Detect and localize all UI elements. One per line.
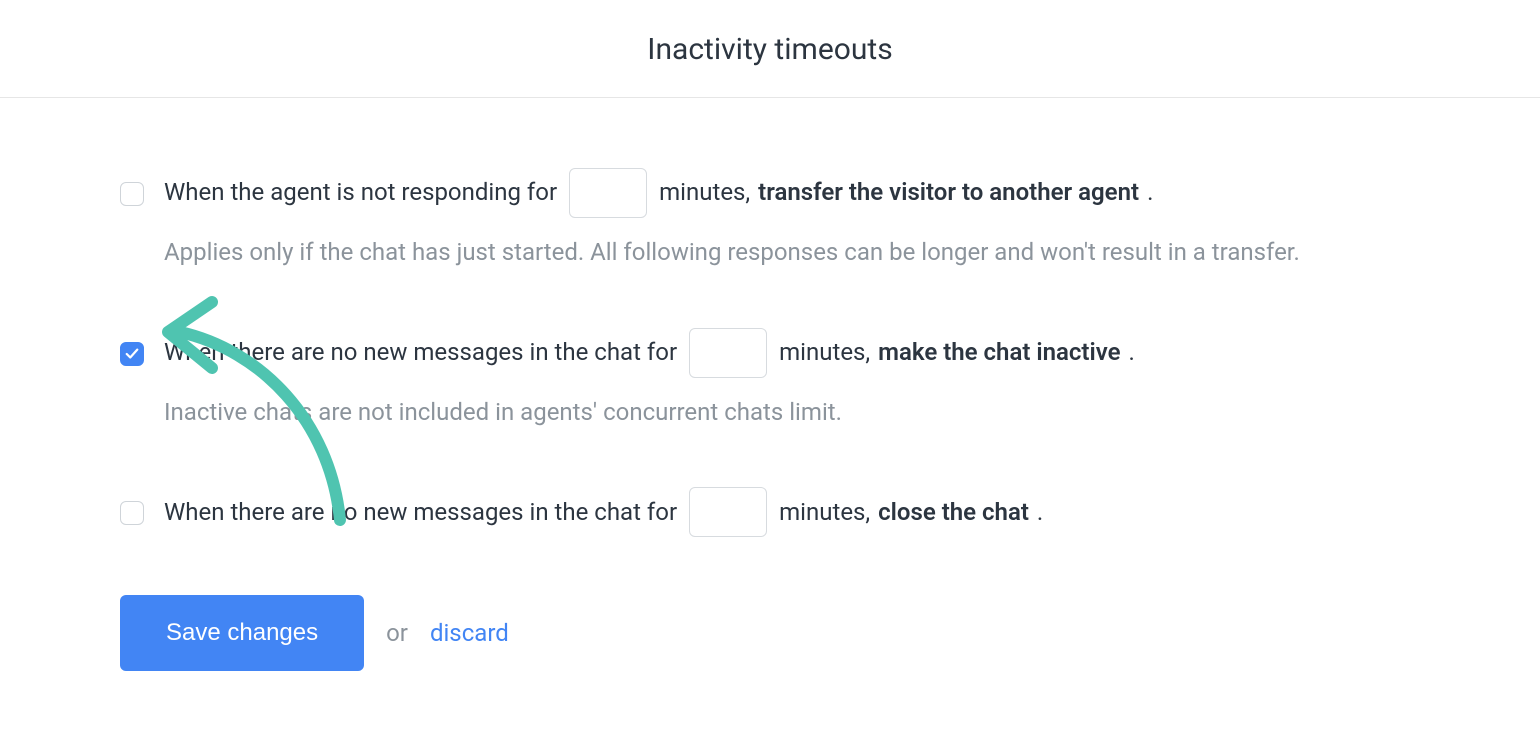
option-close-punct: .: [1037, 497, 1043, 528]
save-button[interactable]: Save changes: [120, 595, 364, 671]
option-inactive-desc: Inactive chats are not included in agent…: [164, 396, 1420, 430]
option-transfer-mid: minutes,: [659, 177, 750, 208]
discard-link[interactable]: discard: [430, 619, 509, 647]
checkmark-icon: [125, 347, 139, 361]
option-close: When there are no new messages in the ch…: [120, 487, 1420, 537]
option-inactive-minutes-input[interactable]: [689, 328, 767, 378]
option-transfer-text: When the agent is not responding for min…: [164, 168, 1153, 218]
option-transfer-minutes-input[interactable]: [569, 168, 647, 218]
option-inactive-action: make the chat inactive: [878, 337, 1120, 368]
option-transfer-pre: When the agent is not responding for: [164, 177, 557, 208]
option-close-row: When there are no new messages in the ch…: [120, 487, 1420, 537]
page-title: Inactivity timeouts: [0, 32, 1540, 67]
option-close-pre: When there are no new messages in the ch…: [164, 497, 677, 528]
option-inactive-checkbox[interactable]: [120, 342, 144, 366]
option-close-action: close the chat: [878, 497, 1029, 528]
option-close-mid: minutes,: [779, 497, 870, 528]
option-transfer: When the agent is not responding for min…: [120, 168, 1420, 270]
option-transfer-row: When the agent is not responding for min…: [120, 168, 1420, 218]
option-transfer-action: transfer the visitor to another agent: [758, 177, 1139, 208]
option-transfer-checkbox[interactable]: [120, 182, 144, 206]
page-header: Inactivity timeouts: [0, 0, 1540, 98]
option-inactive-pre: When there are no new messages in the ch…: [164, 337, 677, 368]
option-close-checkbox[interactable]: [120, 501, 144, 525]
settings-content: When the agent is not responding for min…: [0, 98, 1540, 671]
option-inactive-punct: .: [1129, 337, 1135, 368]
option-inactive-text: When there are no new messages in the ch…: [164, 328, 1135, 378]
option-transfer-desc: Applies only if the chat has just starte…: [164, 236, 1420, 270]
form-actions: Save changes or discard: [120, 595, 1420, 671]
option-close-minutes-input[interactable]: [689, 487, 767, 537]
option-close-text: When there are no new messages in the ch…: [164, 487, 1043, 537]
option-inactive-row: When there are no new messages in the ch…: [120, 328, 1420, 378]
option-inactive-mid: minutes,: [779, 337, 870, 368]
option-inactive: When there are no new messages in the ch…: [120, 328, 1420, 430]
option-transfer-punct: .: [1147, 177, 1153, 208]
or-text: or: [386, 619, 408, 647]
